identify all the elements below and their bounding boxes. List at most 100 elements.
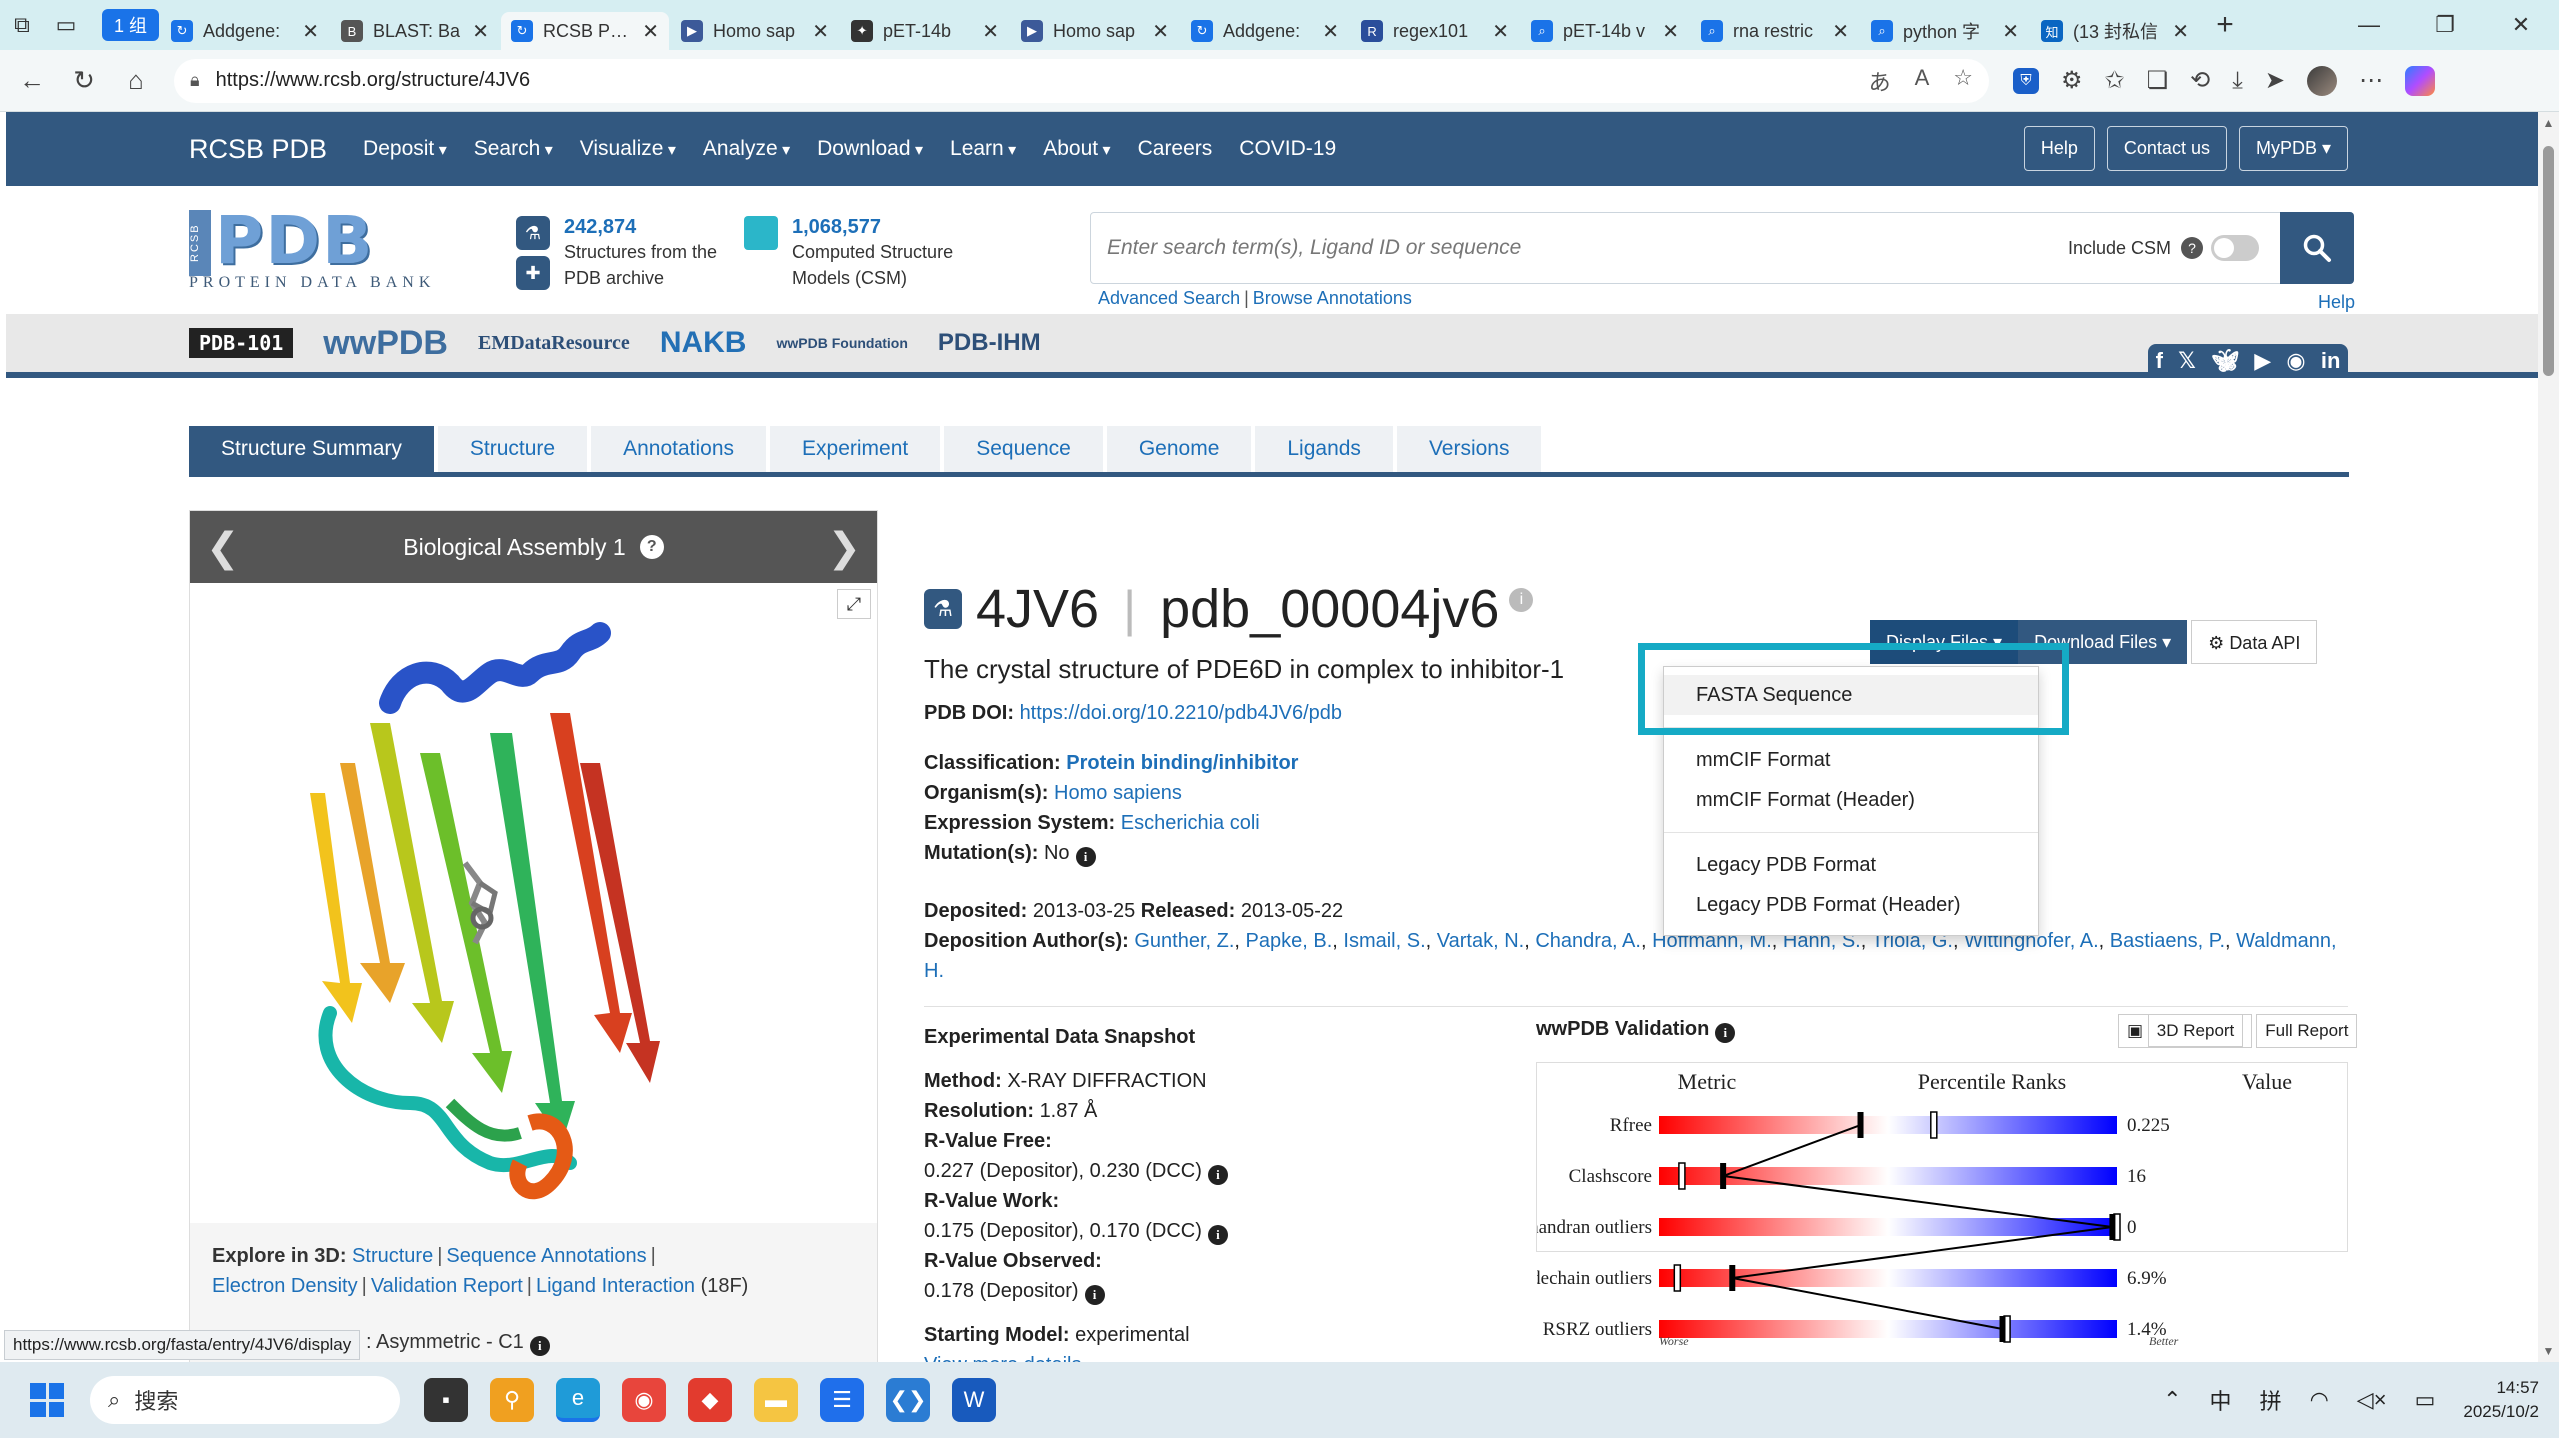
back-icon[interactable]: ← bbox=[6, 65, 58, 96]
search-help-link[interactable]: Help bbox=[2318, 292, 2355, 313]
pdb-logo[interactable]: RCSB PDB PROTEIN DATA BANK bbox=[189, 202, 489, 291]
advanced-search-link[interactable]: Advanced Search bbox=[1098, 288, 1240, 308]
partner-emdataresource[interactable]: EMDataResource bbox=[478, 332, 630, 355]
info-icon[interactable]: i bbox=[1509, 588, 1534, 612]
author-link[interactable]: Vartak, N. bbox=[1437, 930, 1524, 952]
data-api-button[interactable]: ⚙ Data API bbox=[2191, 620, 2318, 664]
partner-nakb[interactable]: NAKB bbox=[660, 326, 747, 360]
history-icon[interactable]: ⟲ bbox=[2190, 66, 2210, 95]
help-question-icon[interactable]: ? bbox=[639, 535, 664, 559]
clock[interactable]: 14:57 2025/10/2 bbox=[2463, 1376, 2539, 1424]
info-icon[interactable]: i bbox=[1084, 1285, 1105, 1305]
browser-tab[interactable]: ✦ pET-14b ✕ bbox=[841, 12, 1009, 50]
minimize-icon[interactable]: — bbox=[2331, 12, 2407, 38]
author-link[interactable]: Papke, B. bbox=[1246, 930, 1333, 952]
browser-tab[interactable]: ↻ Addgene: ✕ bbox=[1181, 12, 1349, 50]
nav-menu-item[interactable]: Analyze bbox=[703, 137, 790, 161]
youtube-icon[interactable]: ▶ bbox=[2254, 348, 2271, 374]
facebook-icon[interactable]: f bbox=[2156, 348, 2163, 374]
legacy-pdb-item[interactable]: Legacy PDB Format bbox=[1664, 845, 2038, 885]
favorite-star-icon[interactable]: ☆ bbox=[1953, 65, 1973, 97]
tab-versions[interactable]: Versions bbox=[1396, 426, 1542, 472]
browser-tab[interactable]: ▶ Homo sap ✕ bbox=[1011, 12, 1179, 50]
more-menu-icon[interactable]: ⋯ bbox=[2359, 66, 2383, 95]
nav-menu-item[interactable]: Search bbox=[474, 137, 553, 161]
translate-icon[interactable]: あ bbox=[1869, 65, 1891, 97]
stat-number[interactable]: 1,068,577 bbox=[792, 216, 953, 239]
ime-mode-indicator[interactable]: 拼 bbox=[2260, 1384, 2282, 1416]
close-tab-icon[interactable]: ✕ bbox=[2172, 19, 2189, 44]
notepad-icon[interactable]: ☰ bbox=[820, 1378, 864, 1422]
validation-slider-chart[interactable]: Metric Percentile Ranks Value Rfree 0.225 Cla… bbox=[1476, 1062, 2348, 1348]
next-arrow-icon[interactable]: ❯ bbox=[827, 525, 861, 571]
electron-density-link[interactable]: Electron Density bbox=[212, 1275, 358, 1297]
close-tab-icon[interactable]: ✕ bbox=[1832, 19, 1849, 44]
author-link[interactable]: Chandra, A. bbox=[1535, 930, 1641, 952]
close-tab-icon[interactable]: ✕ bbox=[642, 19, 659, 44]
author-link[interactable]: Bastiaens, P. bbox=[2110, 930, 2225, 952]
wifi-icon[interactable]: ◠ bbox=[2310, 1387, 2329, 1413]
task-view-icon[interactable]: ▪ bbox=[424, 1378, 468, 1422]
close-tab-icon[interactable]: ✕ bbox=[2002, 19, 2019, 44]
tab-ligands[interactable]: Ligands bbox=[1255, 426, 1393, 472]
github-icon[interactable]: ◉ bbox=[2286, 348, 2305, 374]
tab-actions-icon[interactable]: ▭ bbox=[44, 0, 88, 50]
linkedin-icon[interactable]: in bbox=[2321, 348, 2341, 374]
browser-tab[interactable]: ▶ Homo sap ✕ bbox=[671, 12, 839, 50]
info-icon[interactable]: i bbox=[1207, 1225, 1228, 1245]
favorites-icon[interactable]: ✩ bbox=[2105, 66, 2125, 95]
partner-pdb101[interactable]: PDB-101 bbox=[189, 328, 294, 358]
search-button[interactable] bbox=[2280, 212, 2354, 284]
ligand-interaction-link[interactable]: Ligand Interaction bbox=[536, 1275, 695, 1297]
page-scrollbar[interactable]: ▲ ▼ bbox=[2538, 112, 2559, 1362]
taskbar-search[interactable]: ⌕ 搜索 bbox=[90, 1376, 400, 1424]
bluesky-icon[interactable]: 🦋︎ bbox=[2211, 348, 2239, 374]
volume-icon[interactable]: ◁× bbox=[2357, 1387, 2387, 1413]
info-icon[interactable]: i bbox=[1075, 847, 1096, 867]
start-icon[interactable] bbox=[30, 1383, 64, 1417]
battery-icon[interactable]: ▭ bbox=[2415, 1387, 2436, 1413]
scroll-down-icon[interactable]: ▼ bbox=[2538, 1344, 2559, 1358]
new-tab-button[interactable]: + bbox=[2205, 8, 2245, 42]
top-nav-button[interactable]: Help bbox=[2023, 126, 2095, 171]
copilot-icon[interactable] bbox=[2404, 65, 2435, 96]
doi-link[interactable]: https://doi.org/10.2210/pdb4JV6/pdb bbox=[1020, 702, 1342, 724]
organism-link[interactable]: Homo sapiens bbox=[1054, 782, 1182, 804]
partner-pdb-ihm[interactable]: PDB-IHM bbox=[938, 329, 1041, 357]
nav-menu-item[interactable]: COVID-19 bbox=[1239, 137, 1336, 161]
ime-indicator[interactable]: 中 bbox=[2210, 1384, 2232, 1416]
partner-wwpdb-foundation[interactable]: wwPDB Foundation bbox=[776, 335, 907, 351]
nav-menu-item[interactable]: Careers bbox=[1138, 137, 1213, 161]
tab-genome[interactable]: Genome bbox=[1106, 426, 1252, 472]
vscode-icon[interactable]: ❮❯ bbox=[886, 1378, 930, 1422]
nav-menu-item[interactable]: Learn bbox=[950, 137, 1016, 161]
close-window-icon[interactable]: ✕ bbox=[2483, 12, 2559, 38]
partner-wwpdb[interactable]: wwPDB bbox=[323, 324, 448, 363]
workspaces-icon[interactable]: ⧉ bbox=[0, 0, 44, 50]
info-icon[interactable]: i bbox=[1715, 1023, 1736, 1043]
scroll-up-icon[interactable]: ▲ bbox=[2538, 116, 2559, 130]
app-diamond-icon[interactable]: ◆ bbox=[688, 1378, 732, 1422]
close-tab-icon[interactable]: ✕ bbox=[812, 19, 829, 44]
tab-group-badge[interactable]: 1 组 bbox=[102, 9, 160, 41]
info-icon[interactable]: i bbox=[1207, 1165, 1228, 1185]
prev-arrow-icon[interactable]: ❮ bbox=[206, 525, 240, 571]
downloads-icon[interactable]: ⤓ bbox=[2232, 67, 2243, 95]
full-report-button[interactable]: Full Report bbox=[2256, 1014, 2358, 1048]
classification-link[interactable]: Protein binding/inhibitor bbox=[1066, 752, 1298, 774]
help-question-icon[interactable]: ? bbox=[2181, 237, 2203, 259]
edge-icon[interactable]: e bbox=[556, 1378, 600, 1422]
browser-tab[interactable]: ⌕ pET-14b v ✕ bbox=[1521, 12, 1689, 50]
browser-tab[interactable]: ↻ RCSB PDB: ✕ bbox=[501, 12, 670, 50]
close-tab-icon[interactable]: ✕ bbox=[1662, 19, 1679, 44]
tab-experiment[interactable]: Experiment bbox=[770, 426, 941, 472]
expression-link[interactable]: Escherichia coli bbox=[1121, 812, 1260, 834]
search-input[interactable]: Enter search term(s), Ligand ID or seque… bbox=[1107, 236, 2068, 260]
close-tab-icon[interactable]: ✕ bbox=[982, 19, 999, 44]
browser-tab[interactable]: ⌕ rna restric ✕ bbox=[1691, 12, 1859, 50]
tab-sequence[interactable]: Sequence bbox=[944, 426, 1103, 472]
structure-link[interactable]: Structure bbox=[352, 1245, 433, 1267]
nav-menu-item[interactable]: Download bbox=[817, 137, 923, 161]
collections-icon[interactable]: ❏ bbox=[2147, 66, 2169, 95]
stat-number[interactable]: 242,874 bbox=[564, 216, 717, 239]
